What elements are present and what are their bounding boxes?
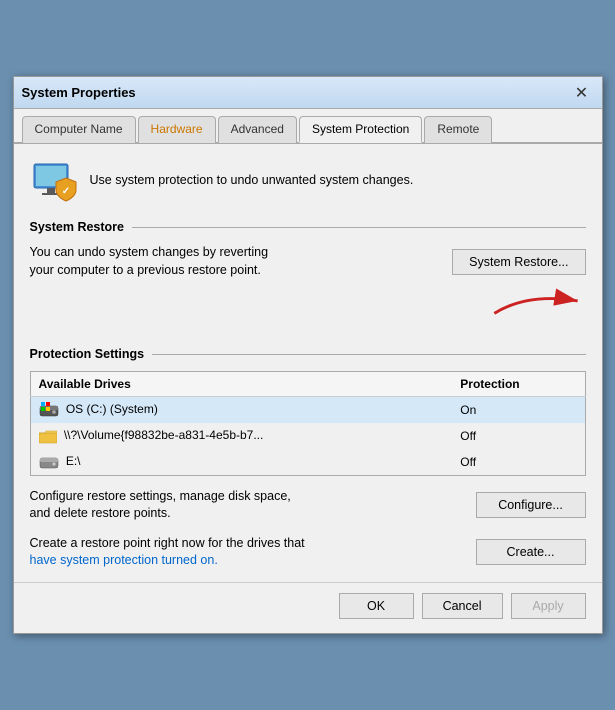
table-header-row: Available Drives Protection: [30, 372, 585, 397]
protection-status-1: Off: [452, 423, 585, 448]
configure-row: Configure restore settings, manage disk …: [30, 488, 586, 523]
folder-icon: [39, 429, 57, 444]
protection-settings-label: Protection Settings: [30, 347, 145, 361]
section-divider: [132, 227, 586, 228]
table-row[interactable]: E:\ Off: [30, 449, 585, 476]
tab-computer-name[interactable]: Computer Name: [22, 116, 136, 143]
window-title: System Properties: [22, 85, 570, 100]
apply-button[interactable]: Apply: [511, 593, 586, 619]
dialog-footer: OK Cancel Apply: [14, 582, 602, 633]
drive-name: OS (C:) (System): [66, 403, 158, 417]
cancel-button[interactable]: Cancel: [422, 593, 503, 619]
protection-icon: ✓: [30, 156, 78, 204]
table-row[interactable]: \\?\Volume{f98832be-a831-4e5b-b7... Off: [30, 423, 585, 448]
info-text: Use system protection to undo unwanted s…: [90, 173, 414, 187]
restore-description: You can undo system changes by reverting…: [30, 244, 443, 279]
drives-table: Available Drives Protection: [30, 371, 586, 475]
create-desc-blue: have system protection turned on.: [30, 553, 218, 567]
create-button[interactable]: Create...: [476, 539, 586, 565]
svg-text:✓: ✓: [61, 186, 69, 197]
drive-icon: [39, 454, 59, 470]
system-drive-icon: [39, 402, 59, 418]
tab-bar: Computer Name Hardware Advanced System P…: [14, 109, 602, 144]
create-description: Create a restore point right now for the…: [30, 535, 466, 570]
configure-description: Configure restore settings, manage disk …: [30, 488, 466, 523]
system-restore-section: System Restore You can undo system chang…: [30, 220, 586, 331]
tab-hardware[interactable]: Hardware: [138, 116, 216, 143]
drive-name-cell-2: E:\: [30, 449, 452, 476]
configure-button[interactable]: Configure...: [476, 492, 586, 518]
content-area: ✓ Use system protection to undo unwanted…: [14, 144, 602, 581]
create-desc-normal: Create a restore point right now for the…: [30, 536, 305, 550]
system-properties-dialog: System Properties ✕ Computer Name Hardwa…: [13, 76, 603, 633]
drive-name-cell-1: \\?\Volume{f98832be-a831-4e5b-b7...: [30, 423, 452, 448]
tab-remote[interactable]: Remote: [424, 116, 492, 143]
info-banner: ✓ Use system protection to undo unwanted…: [30, 156, 586, 204]
arrow-icon: [486, 283, 586, 323]
tab-advanced[interactable]: Advanced: [218, 116, 297, 143]
ok-button[interactable]: OK: [339, 593, 414, 619]
restore-row: You can undo system changes by reverting…: [30, 244, 586, 279]
protection-settings-header: Protection Settings: [30, 347, 586, 361]
computer-shield-svg: ✓: [30, 156, 78, 204]
arrow-area: [30, 279, 586, 331]
protection-settings-section: Protection Settings Available Drives Pro…: [30, 347, 586, 475]
table-row[interactable]: OS (C:) (System) On: [30, 397, 585, 424]
title-bar: System Properties ✕: [14, 77, 602, 109]
create-row: Create a restore point right now for the…: [30, 535, 586, 570]
col-protection: Protection: [452, 372, 585, 397]
col-drives: Available Drives: [30, 372, 452, 397]
drive-name-cell: OS (C:) (System): [30, 397, 452, 424]
section-divider-2: [152, 354, 585, 355]
system-restore-label: System Restore: [30, 220, 125, 234]
protection-status-0: On: [452, 397, 585, 424]
close-button[interactable]: ✕: [570, 81, 594, 105]
system-restore-header: System Restore: [30, 220, 586, 234]
protection-status-2: Off: [452, 449, 585, 476]
drive-name-1: \\?\Volume{f98832be-a831-4e5b-b7...: [64, 428, 264, 442]
tab-system-protection[interactable]: System Protection: [299, 116, 422, 143]
system-restore-button[interactable]: System Restore...: [452, 249, 585, 275]
drive-name-2: E:\: [66, 454, 81, 468]
